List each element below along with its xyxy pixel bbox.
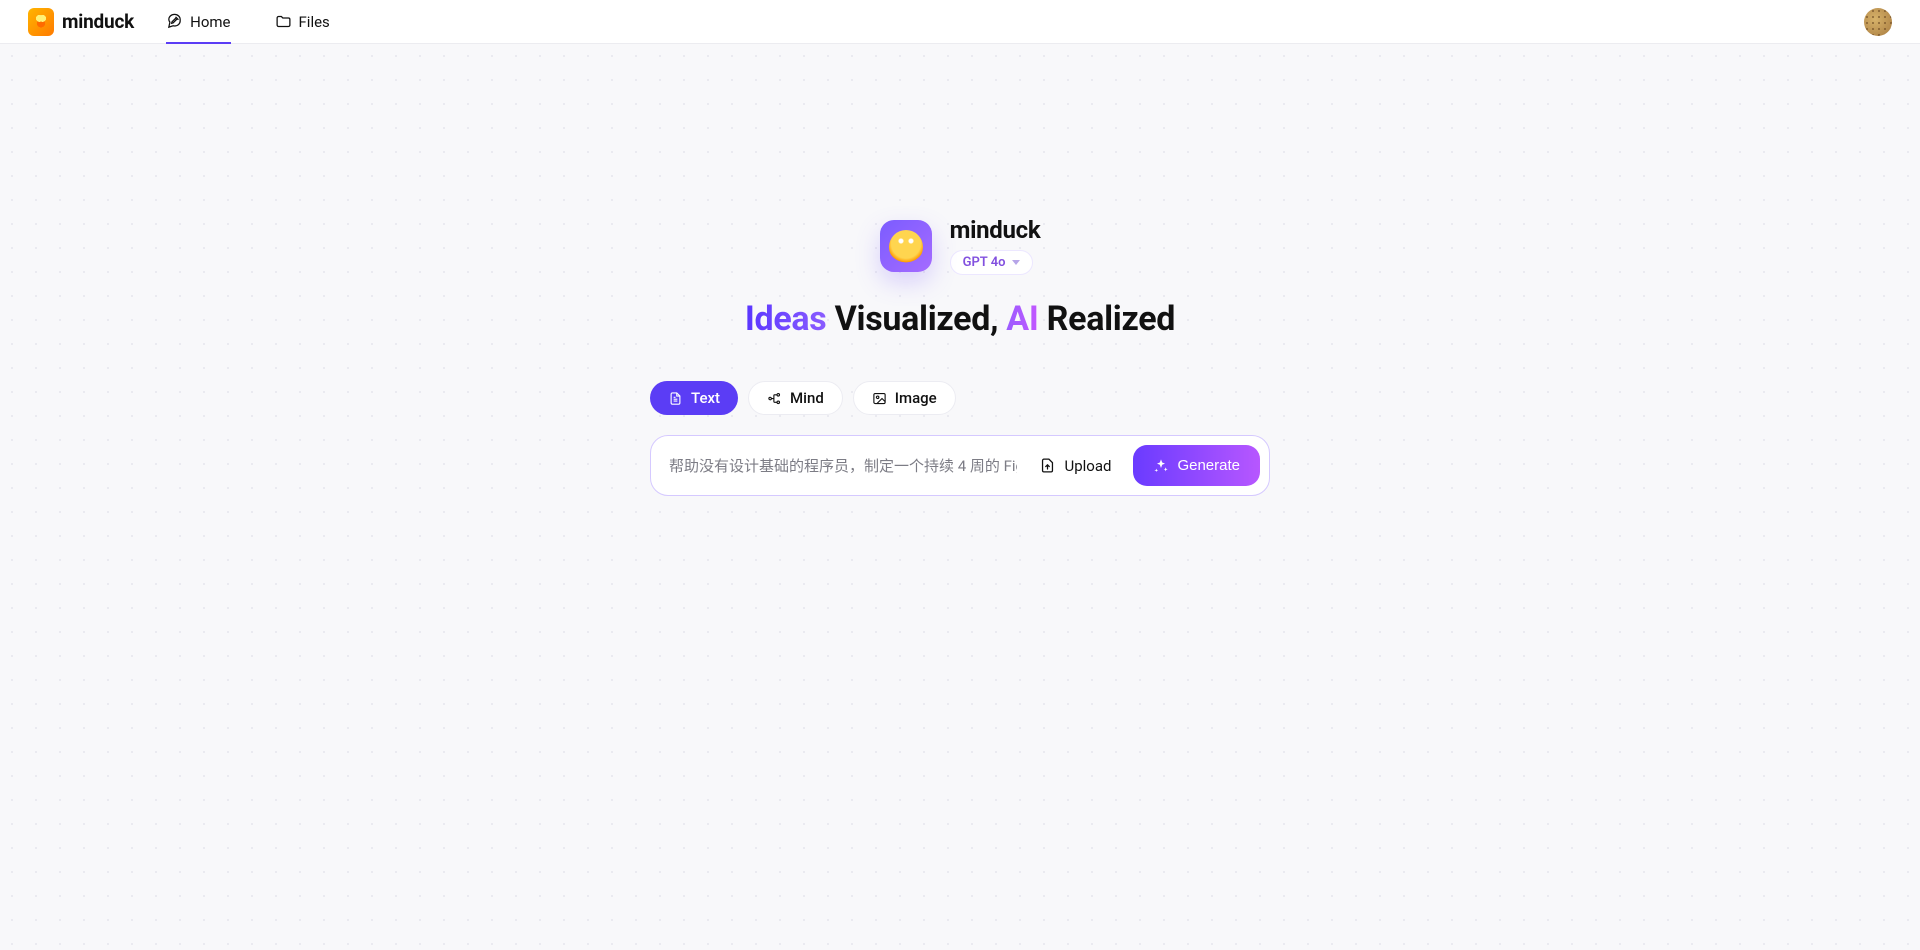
hero: minduck GPT 4o Ideas Visualized, AI Real…	[0, 44, 1920, 496]
upload-button[interactable]: Upload	[1033, 451, 1117, 481]
nav-home[interactable]: Home	[166, 0, 230, 44]
user-avatar[interactable]	[1864, 8, 1892, 36]
generate-button[interactable]: Generate	[1133, 445, 1260, 486]
hero-brand-name: minduck	[950, 216, 1041, 244]
hero-brand-right: minduck GPT 4o	[950, 216, 1041, 275]
generate-label: Generate	[1177, 457, 1240, 474]
home-icon	[166, 13, 183, 30]
tagline-ai: AI	[1006, 299, 1038, 339]
tagline: Ideas Visualized, AI Realized	[745, 299, 1175, 339]
upload-label: Upload	[1064, 457, 1111, 475]
hero-duck-icon	[880, 220, 932, 272]
brand-logo[interactable]: minduck	[28, 8, 134, 36]
tagline-ideas: Ideas	[745, 299, 827, 339]
brand-name: minduck	[62, 10, 134, 33]
mode-mind[interactable]: Mind	[748, 381, 843, 415]
tagline-visualized: Visualized,	[826, 299, 1006, 339]
prompt-input[interactable]	[669, 457, 1017, 475]
mode-text[interactable]: Text	[650, 381, 738, 415]
nav: Home Files	[166, 0, 330, 44]
nav-files[interactable]: Files	[275, 0, 330, 44]
sparkle-icon	[1153, 458, 1169, 474]
duck-logo-icon	[28, 8, 54, 36]
mode-image-label: Image	[895, 389, 937, 407]
upload-icon	[1039, 457, 1056, 474]
nav-home-label: Home	[190, 13, 230, 31]
chevron-down-icon	[1012, 260, 1020, 265]
mode-mind-label: Mind	[790, 389, 824, 407]
text-icon	[668, 391, 683, 406]
tagline-realized: Realized	[1039, 299, 1176, 339]
prompt-box: Upload Generate	[650, 435, 1270, 496]
model-selector[interactable]: GPT 4o	[950, 250, 1033, 275]
mind-icon	[767, 391, 782, 406]
header-right	[1864, 8, 1892, 36]
image-icon	[872, 391, 887, 406]
mode-image[interactable]: Image	[853, 381, 956, 415]
model-label: GPT 4o	[963, 255, 1006, 270]
app-header: minduck Home Files	[0, 0, 1920, 44]
nav-files-label: Files	[299, 13, 330, 31]
folder-icon	[275, 13, 292, 30]
mode-text-label: Text	[691, 389, 720, 407]
hero-brand: minduck GPT 4o	[880, 216, 1041, 275]
mode-row: Text Mind Image	[650, 381, 956, 415]
